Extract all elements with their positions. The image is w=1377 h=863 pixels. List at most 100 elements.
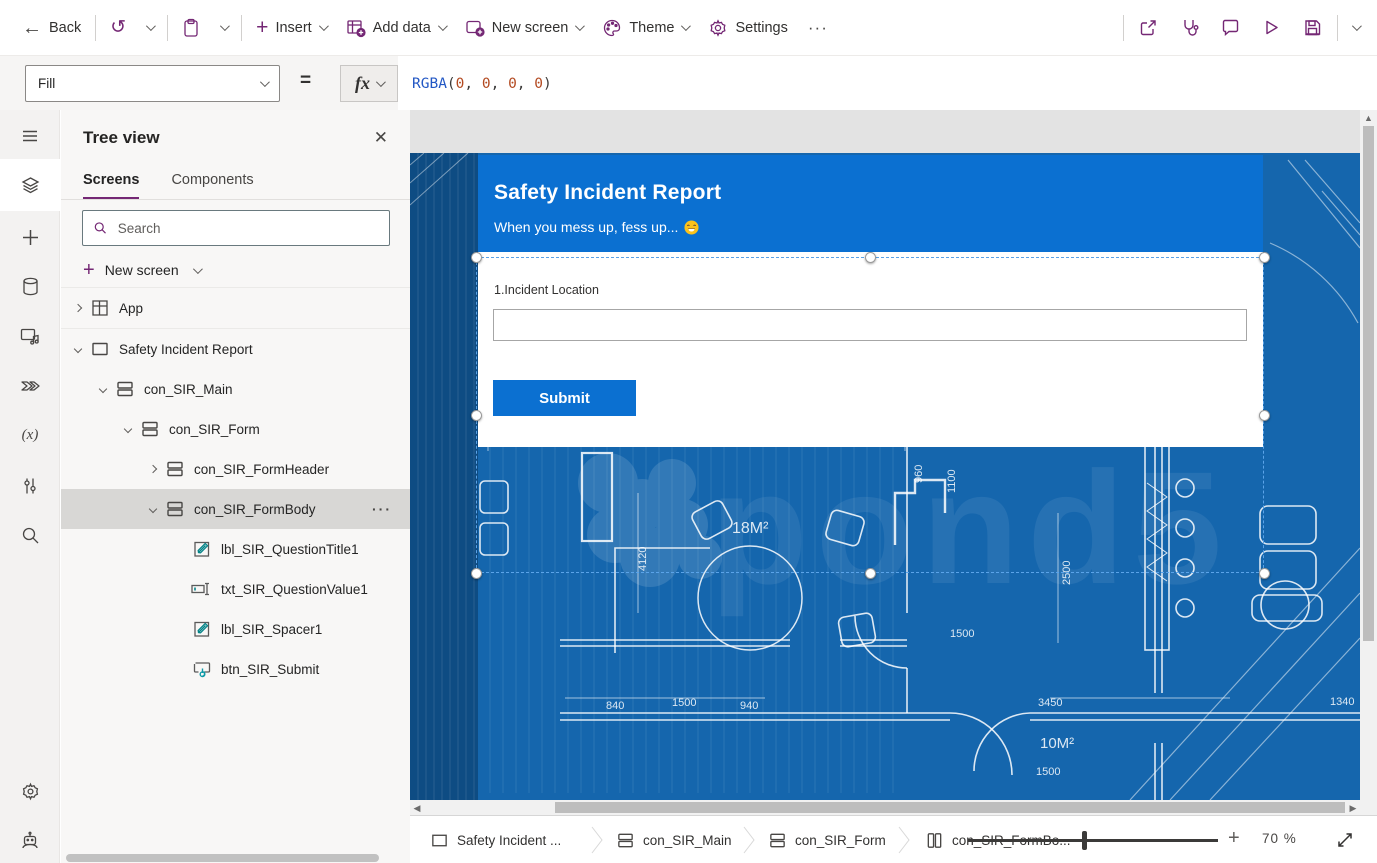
app-subtitle-label[interactable]: When you mess up, fess up... [494, 219, 699, 235]
tree-item-txt-questionvalue1[interactable]: txt_SIR_QuestionValue1 [61, 569, 410, 609]
horizontal-scrollbar-thumb[interactable] [555, 802, 1345, 813]
selection-handle-bottom-right[interactable] [1259, 568, 1270, 579]
tree-item-con-sir-form[interactable]: con_SIR_Form [61, 409, 410, 449]
rail-advanced-tools-button[interactable] [0, 460, 60, 512]
scroll-left-arrow[interactable]: ◀ [410, 803, 424, 814]
share-icon [1138, 17, 1159, 38]
rail-power-automate-button[interactable] [0, 360, 60, 412]
undo-menu-button[interactable] [136, 0, 163, 55]
chevron-right-icon[interactable] [149, 465, 157, 473]
rail-search-button[interactable] [0, 509, 60, 561]
comments-button[interactable] [1210, 0, 1251, 55]
vertical-scrollbar-thumb[interactable] [1363, 126, 1374, 641]
rail-media-button[interactable] [0, 310, 60, 362]
zoom-slider-handle[interactable] [1082, 831, 1087, 850]
tree-item-btn-submit[interactable]: btn_SIR_Submit [61, 649, 410, 689]
tree-item-con-sir-formheader[interactable]: con_SIR_FormHeader [61, 449, 410, 489]
tree-item-lbl-questiontitle1[interactable]: lbl_SIR_QuestionTitle1 [61, 529, 410, 569]
save-menu-button[interactable] [1342, 0, 1377, 55]
property-selector[interactable]: Fill [25, 65, 280, 102]
chevron-down-icon[interactable] [124, 425, 132, 433]
rail-data-button[interactable] [0, 260, 60, 312]
zoom-slider-track[interactable] [968, 839, 1218, 842]
dim-label: 1500 [1036, 766, 1060, 778]
breadcrumb-separator [588, 825, 606, 855]
selection-handle-top-left[interactable] [471, 252, 482, 263]
zoom-percentage[interactable]: 70 % [1262, 831, 1297, 846]
tab-screens[interactable]: Screens [83, 172, 139, 200]
formula-token: , [464, 76, 481, 92]
selection-handle-bottom-center[interactable] [865, 568, 876, 579]
chevron-down-icon[interactable] [74, 345, 82, 353]
tree-item-label: Safety Incident Report [119, 342, 253, 357]
more-commands-button[interactable]: ··· [798, 0, 838, 55]
selection-handle-middle-right[interactable] [1259, 410, 1270, 421]
back-button[interactable]: ← Back [0, 0, 91, 55]
selection-handle-middle-left[interactable] [471, 410, 482, 421]
preview-play-button[interactable] [1251, 0, 1292, 55]
left-rail: (x) [0, 110, 60, 863]
zoom-in-button[interactable]: + [1228, 827, 1240, 850]
app-form-body[interactable]: 1.Incident Location Submit [478, 252, 1263, 447]
search-input[interactable] [116, 220, 379, 237]
formula-token: ( [447, 76, 456, 92]
app-screen[interactable]: pond5 [410, 153, 1360, 800]
rail-variables-button[interactable]: (x) [0, 409, 60, 461]
selection-handle-bottom-left[interactable] [471, 568, 482, 579]
save-button[interactable] [1292, 0, 1333, 55]
rail-tree-view-button[interactable] [0, 159, 60, 211]
rail-insert-button[interactable] [0, 211, 60, 263]
add-data-button[interactable]: Add data [336, 0, 455, 55]
fx-dropdown[interactable]: fx [340, 65, 398, 102]
new-screen-button[interactable]: New screen [455, 0, 593, 55]
fit-to-window-icon[interactable] [1335, 830, 1355, 850]
breadcrumb-con-sir-form[interactable]: con_SIR_Form [768, 816, 886, 863]
scroll-up-arrow[interactable]: ▲ [1360, 113, 1377, 123]
breadcrumb-con-sir-main[interactable]: con_SIR_Main [616, 816, 732, 863]
tab-components[interactable]: Components [171, 172, 253, 200]
theme-button[interactable]: Theme [592, 0, 698, 55]
tree-item-app[interactable]: App [61, 288, 410, 328]
tree-item-lbl-spacer1[interactable]: lbl_SIR_Spacer1 [61, 609, 410, 649]
rail-settings-button[interactable] [0, 765, 60, 817]
chevron-down-icon[interactable] [99, 385, 107, 393]
paste-menu-button[interactable] [210, 0, 237, 55]
app-checker-button[interactable] [1169, 0, 1210, 55]
rail-virtual-agent-button[interactable] [0, 815, 60, 863]
selection-handle-top-center[interactable] [865, 252, 876, 263]
tree-item-label: btn_SIR_Submit [221, 662, 319, 677]
tree-search-box[interactable] [82, 210, 390, 246]
paste-button[interactable] [172, 0, 210, 55]
chevron-right-icon[interactable] [74, 304, 82, 312]
scrollbar-corner [1360, 800, 1377, 815]
horizontal-scrollbar[interactable]: ◀ ▶ [410, 800, 1360, 815]
chevron-down-icon [376, 77, 386, 87]
insert-button[interactable]: + Insert [246, 0, 336, 55]
item-more-button[interactable]: ··· [372, 501, 410, 517]
scroll-right-arrow[interactable]: ▶ [1346, 803, 1360, 814]
share-button[interactable] [1128, 0, 1169, 55]
tree-panel-horizontal-scrollbar[interactable] [66, 854, 379, 862]
submit-button[interactable]: Submit [493, 380, 636, 416]
app-title-label[interactable]: Safety Incident Report [494, 181, 721, 205]
hamburger-menu-button[interactable] [0, 110, 60, 162]
question-value-input[interactable] [493, 309, 1247, 341]
app-form-header[interactable]: Safety Incident Report When you mess up,… [478, 155, 1263, 252]
settings-gear-icon [708, 18, 728, 38]
container-icon [165, 459, 185, 479]
chevron-down-icon[interactable] [149, 505, 157, 513]
settings-button[interactable]: Settings [698, 0, 797, 55]
undo-button[interactable]: ↺ [100, 0, 136, 55]
formula-input[interactable]: RGBA(0, 0, 0, 0) [398, 56, 1377, 111]
close-panel-button[interactable]: ✕ [374, 128, 388, 148]
tree-item-con-sir-main[interactable]: con_SIR_Main [61, 369, 410, 409]
tree-item-con-sir-formbody[interactable]: con_SIR_FormBody ··· [61, 489, 410, 529]
new-screen-tree-button[interactable]: + New screen [83, 254, 200, 286]
breadcrumb-screen[interactable]: Safety Incident ... [430, 816, 561, 863]
vertical-scrollbar[interactable]: ▲ ▼ [1360, 110, 1377, 815]
chevron-down-icon [1352, 21, 1362, 31]
settings-label: Settings [735, 20, 787, 36]
selection-handle-top-right[interactable] [1259, 252, 1270, 263]
question-title-label[interactable]: 1.Incident Location [494, 283, 599, 297]
tree-item-screen[interactable]: Safety Incident Report [61, 329, 410, 369]
